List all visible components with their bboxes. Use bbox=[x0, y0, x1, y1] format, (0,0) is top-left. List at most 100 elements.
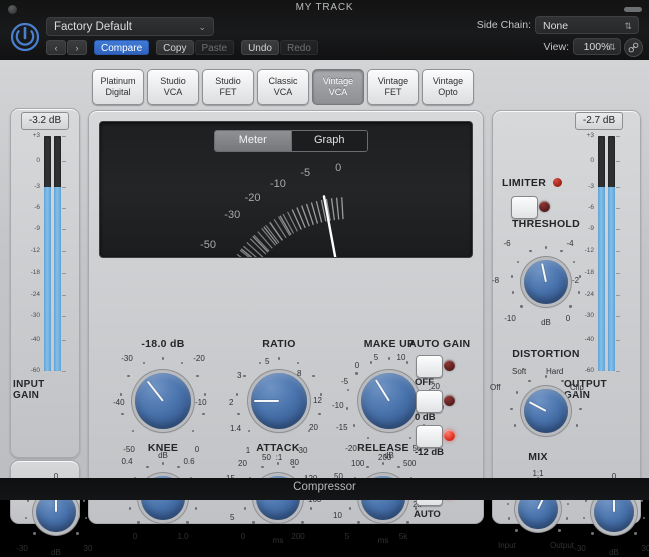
model-button-studio-fet[interactable]: StudioFET bbox=[202, 69, 254, 105]
knob-tick-dot bbox=[143, 362, 145, 364]
vu-scale-number: 0 bbox=[335, 162, 341, 174]
knob-tick-dot bbox=[510, 408, 512, 410]
knob-scale-label: 20 bbox=[309, 423, 318, 432]
chevron-down-icon: ⌄ bbox=[198, 18, 206, 37]
threshold-knob[interactable] bbox=[135, 373, 191, 429]
distortion-knob[interactable] bbox=[524, 389, 568, 433]
knob-tick-dot bbox=[566, 517, 568, 519]
meter-scale-label: -60 bbox=[22, 367, 40, 374]
prev-preset-button[interactable]: ‹ bbox=[46, 40, 66, 55]
meter-tick bbox=[616, 316, 620, 317]
meter-scale-label: -30 bbox=[22, 312, 40, 319]
knob-tick-dot bbox=[346, 407, 348, 409]
knob-tick-dot bbox=[353, 424, 355, 426]
input-gain-meter-readout[interactable]: -3.2 dB bbox=[21, 112, 69, 130]
copy-button[interactable]: Copy bbox=[156, 40, 193, 55]
knob-tick-dot bbox=[297, 362, 299, 364]
knob-tick-dot bbox=[567, 503, 569, 505]
stepper-icon: ⇅ bbox=[624, 18, 632, 34]
model-button-group: PlatinumDigitalStudioVCAStudioFETClassic… bbox=[92, 69, 474, 105]
model-button-platinum-digital[interactable]: PlatinumDigital bbox=[92, 69, 144, 105]
knob-tick-dot bbox=[517, 261, 519, 263]
next-preset-button[interactable]: › bbox=[67, 40, 87, 55]
ratio-knob[interactable] bbox=[251, 373, 307, 429]
meter-tick bbox=[616, 340, 620, 341]
knob-tick-dot bbox=[196, 375, 198, 377]
knob-tick-dot bbox=[357, 521, 359, 523]
knob-scale-label: 30 bbox=[84, 544, 93, 553]
limiter-status-led bbox=[553, 178, 562, 187]
make-up-knob[interactable] bbox=[361, 373, 417, 429]
knob-tick-dot bbox=[569, 305, 571, 307]
auto-gain-button-off[interactable] bbox=[416, 355, 443, 378]
meter-fill bbox=[54, 187, 61, 371]
vu-scale-number: -10 bbox=[270, 178, 286, 190]
knob-tick-dot bbox=[146, 466, 148, 468]
link-button[interactable] bbox=[624, 38, 643, 57]
toolbar-buttons: ‹ › Compare Copy Paste Undo Redo bbox=[46, 40, 319, 55]
knob-scale-label: 5 bbox=[345, 532, 349, 541]
knob-tick-dot bbox=[129, 507, 131, 509]
meter-tick bbox=[62, 340, 66, 341]
knob-scale-label: 30 bbox=[642, 544, 649, 553]
preset-dropdown[interactable]: Factory Default ⌄ bbox=[46, 17, 214, 36]
meter-scale-label: -40 bbox=[576, 336, 594, 343]
knob-pointer bbox=[254, 400, 279, 402]
model-label-line2: VCA bbox=[274, 87, 293, 98]
model-button-vintage-vca[interactable]: VintageVCA bbox=[312, 69, 364, 105]
meter-tick bbox=[616, 295, 620, 296]
power-button[interactable] bbox=[8, 20, 41, 53]
meter-scale-label: -9 bbox=[22, 225, 40, 232]
auto-gain-title: AUTO GAIN bbox=[409, 338, 470, 350]
knob-tick-dot bbox=[25, 517, 27, 519]
knob-scale-label: 2 bbox=[229, 398, 233, 407]
meter-scale-label: -24 bbox=[22, 291, 40, 298]
plugin-window: MY TRACK Factory Default ⌄ ‹ › Compare C… bbox=[0, 0, 649, 500]
knob-tick-dot bbox=[76, 532, 78, 534]
knob-scale-label: 5k bbox=[399, 532, 407, 541]
paste-button[interactable]: Paste bbox=[195, 40, 235, 55]
limiter-enable-button[interactable] bbox=[511, 196, 538, 219]
knob-scale-label: 3 bbox=[237, 371, 241, 380]
knob-tick-dot bbox=[388, 357, 390, 359]
knob-tick-dot bbox=[259, 362, 261, 364]
model-label-line1: Vintage bbox=[433, 76, 463, 87]
model-label-line1: Classic bbox=[268, 76, 297, 87]
auto-gain-button-0-db[interactable] bbox=[416, 390, 443, 413]
knob-tick-dot bbox=[318, 413, 320, 415]
meter-fill bbox=[608, 187, 615, 371]
model-label-line1: Studio bbox=[215, 76, 241, 87]
knob-scale-label: 0 bbox=[133, 532, 137, 541]
stepper-icon: ⇅ bbox=[608, 39, 616, 56]
knob-tick-dot bbox=[310, 507, 312, 509]
knob-scale-label: 200 bbox=[291, 532, 304, 541]
model-button-vintage-opto[interactable]: VintageOpto bbox=[422, 69, 474, 105]
auto-gain-label: 0 dB bbox=[415, 412, 436, 423]
output-gain-meter-readout[interactable]: -2.7 dB bbox=[575, 112, 623, 130]
view-select[interactable]: 100% ⇅ bbox=[573, 38, 621, 55]
auto-gain-label: OFF bbox=[415, 377, 434, 388]
redo-button[interactable]: Redo bbox=[280, 40, 318, 55]
limiter-threshold-knob[interactable] bbox=[524, 260, 568, 304]
model-button-vintage-fet[interactable]: VintageFET bbox=[367, 69, 419, 105]
meter-tick bbox=[62, 316, 66, 317]
limiter-threshold-knob-title: THRESHOLD bbox=[478, 218, 614, 230]
knob-tick-dot bbox=[252, 521, 254, 523]
auto-gain-button--12-db[interactable] bbox=[416, 425, 443, 448]
knob-tick-dot bbox=[520, 305, 522, 307]
vu-scale-number: -20 bbox=[245, 192, 261, 204]
undo-button[interactable]: Undo bbox=[241, 40, 279, 55]
knob-tick-dot bbox=[529, 250, 531, 252]
meter-fill bbox=[598, 187, 605, 371]
side-chain-select[interactable]: None ⇅ bbox=[535, 16, 639, 34]
meter-tick bbox=[616, 273, 620, 274]
knob-tick-dot bbox=[397, 466, 399, 468]
meter-tick bbox=[62, 208, 66, 209]
compare-button[interactable]: Compare bbox=[94, 40, 149, 55]
meter-bar bbox=[608, 136, 615, 371]
model-button-classic-vca[interactable]: ClassicVCA bbox=[257, 69, 309, 105]
knob-tick-dot bbox=[236, 393, 238, 395]
knob-scale-label: Hard bbox=[546, 367, 563, 376]
meter-fill bbox=[44, 187, 51, 371]
model-button-studio-vca[interactable]: StudioVCA bbox=[147, 69, 199, 105]
